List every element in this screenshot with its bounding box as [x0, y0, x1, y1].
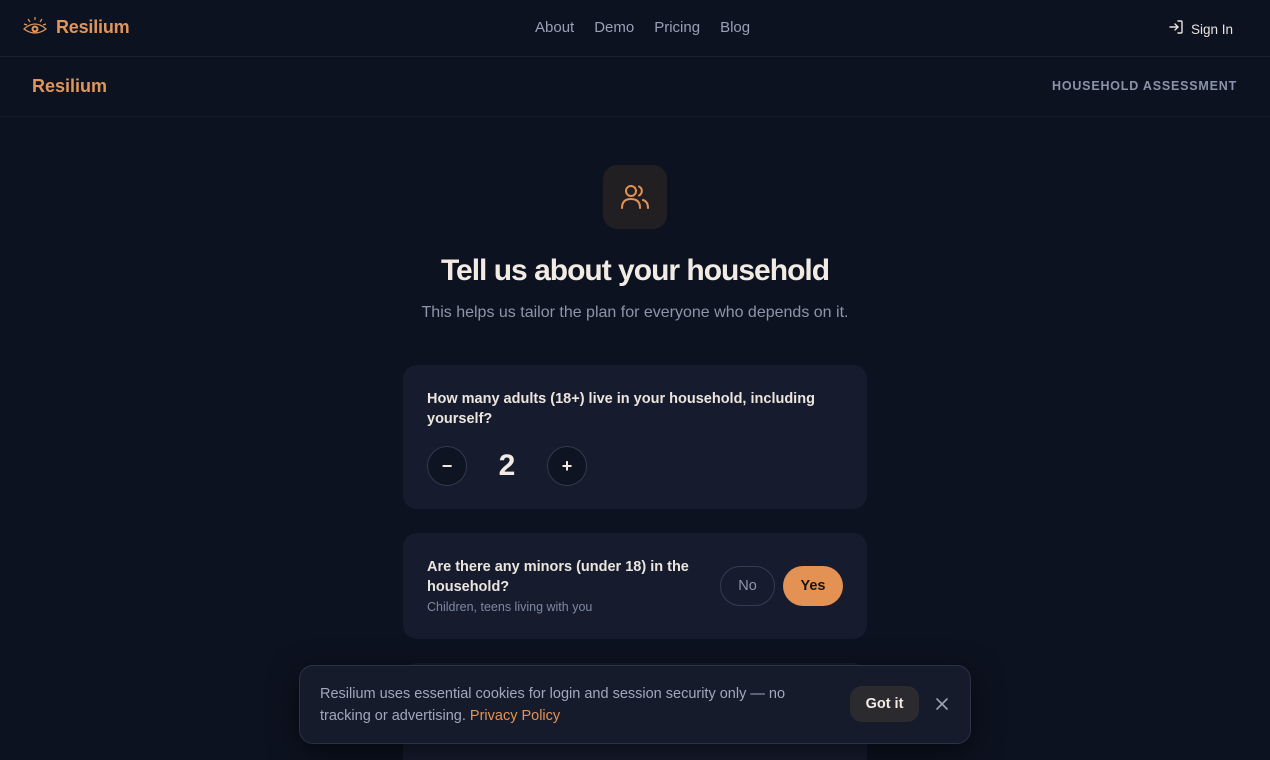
- assessment-section-label: HOUSEHOLD ASSESSMENT: [1052, 79, 1237, 93]
- main-nav: About Demo Pricing Blog: [535, 19, 750, 36]
- minors-question-hint: Children, teens living with you: [427, 600, 593, 614]
- adults-count: 2: [498, 449, 516, 482]
- eye-logo-icon: [22, 14, 48, 40]
- adults-stepper: − 2 +: [427, 446, 587, 486]
- sign-in-button[interactable]: Sign In: [1168, 19, 1233, 40]
- decrement-button[interactable]: −: [427, 446, 467, 486]
- minors-question-card: Are there any minors (under 18) in the h…: [403, 533, 867, 639]
- users-icon: [603, 165, 667, 229]
- page-title: Tell us about your household: [440, 254, 830, 287]
- minors-no-button[interactable]: No: [720, 566, 775, 606]
- nav-pricing-link[interactable]: Pricing: [654, 19, 700, 36]
- sign-in-label: Sign In: [1190, 22, 1233, 37]
- got-it-button[interactable]: Got it: [850, 686, 919, 722]
- minors-yes-button[interactable]: Yes: [783, 566, 843, 606]
- cookie-banner: Resilium uses essential cookies for logi…: [299, 665, 971, 744]
- minors-question-label: Are there any minors (under 18) in the h…: [427, 559, 689, 595]
- increment-button[interactable]: +: [547, 446, 587, 486]
- sign-in-icon: [1168, 19, 1184, 40]
- page-subtitle: This helps us tailor the plan for everyo…: [421, 304, 849, 321]
- nav-blog-link[interactable]: Blog: [720, 19, 750, 36]
- brand-home-link[interactable]: Resilium: [22, 14, 130, 40]
- close-icon[interactable]: [933, 695, 951, 713]
- nav-about-link[interactable]: About: [535, 19, 574, 36]
- adults-question-card: How many adults (18+) live in your house…: [403, 365, 867, 509]
- cookie-message: Resilium uses essential cookies for logi…: [320, 683, 820, 727]
- adults-question-label: How many adults (18+) live in your house…: [427, 391, 815, 427]
- assessment-brand: Resilium: [32, 76, 108, 96]
- nav-demo-link[interactable]: Demo: [594, 19, 634, 36]
- top-navbar: Resilium About Demo Pricing Blog Sign In: [0, 0, 1270, 57]
- privacy-policy-link[interactable]: Privacy Policy: [470, 708, 560, 724]
- brand-name: Resilium: [56, 16, 130, 37]
- assessment-header: Resilium HOUSEHOLD ASSESSMENT: [0, 57, 1270, 117]
- minors-toggle: No Yes: [720, 566, 843, 606]
